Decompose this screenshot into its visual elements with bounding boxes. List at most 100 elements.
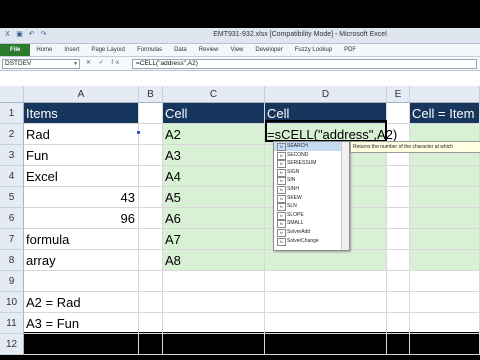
autocomplete-item[interactable]: fx SolverAdd (274, 228, 349, 237)
cell-b12[interactable] (139, 334, 163, 355)
cell-e4[interactable] (387, 166, 410, 187)
tab-insert[interactable]: Insert (58, 44, 85, 56)
cell-b2[interactable] (139, 124, 163, 145)
select-all-corner[interactable] (0, 86, 24, 103)
cell-e12[interactable] (387, 334, 410, 355)
cell-a7[interactable]: formula (24, 229, 139, 250)
cell-c11[interactable] (163, 313, 265, 334)
name-box[interactable]: DSTDEV ▼ (2, 59, 80, 69)
cell-f10[interactable] (410, 292, 480, 313)
tab-developer[interactable]: Developer (249, 44, 288, 56)
cell-b10[interactable] (139, 292, 163, 313)
cell-d10[interactable] (265, 292, 387, 313)
autocomplete-scrollbar[interactable] (341, 142, 349, 250)
cell-e5[interactable] (387, 187, 410, 208)
cell-f12[interactable] (410, 334, 480, 355)
cell-c7[interactable]: A7 (163, 229, 265, 250)
row-header-12[interactable]: 12 (0, 334, 24, 355)
autocomplete-item[interactable]: fx SKEW (274, 194, 349, 203)
row-header-7[interactable]: 7 (0, 229, 24, 250)
cell-c3[interactable]: A3 (163, 145, 265, 166)
tab-review[interactable]: Review (193, 44, 225, 56)
autocomplete-item[interactable]: fx SEARCH (274, 142, 349, 151)
cell-b3[interactable] (139, 145, 163, 166)
row-header-3[interactable]: 3 (0, 145, 24, 166)
row-header-5[interactable]: 5 (0, 187, 24, 208)
autocomplete-item[interactable]: fx SolverChange (274, 237, 349, 246)
tab-file[interactable]: File (0, 44, 31, 56)
cell-b8[interactable] (139, 250, 163, 271)
cell-b9[interactable] (139, 271, 163, 292)
cell-a8[interactable]: array (24, 250, 139, 271)
row-header-6[interactable]: 6 (0, 208, 24, 229)
row-header-10[interactable]: 10 (0, 292, 24, 313)
tab-formulas[interactable]: Formulas (131, 44, 168, 56)
cell-e10[interactable] (387, 292, 410, 313)
row-header-2[interactable]: 2 (0, 124, 24, 145)
cell-d12[interactable] (265, 334, 387, 355)
row-header-8[interactable]: 8 (0, 250, 24, 271)
cell-c5[interactable]: A5 (163, 187, 265, 208)
cell-b6[interactable] (139, 208, 163, 229)
cell-e11[interactable] (387, 313, 410, 334)
chevron-down-icon[interactable]: ▼ (73, 60, 78, 68)
column-header-d[interactable]: D (265, 86, 387, 103)
row-header-9[interactable]: 9 (0, 271, 24, 292)
cell-e9[interactable] (387, 271, 410, 292)
cell-e1[interactable] (387, 103, 410, 124)
cell-e7[interactable] (387, 229, 410, 250)
autocomplete-item[interactable]: fx SERIESSUM (274, 159, 349, 169)
cell-f4[interactable] (410, 166, 480, 187)
cell-b11[interactable] (139, 313, 163, 334)
cell-a10[interactable]: A2 = Rad (24, 292, 139, 313)
cell-a11[interactable]: A3 = Fun (24, 313, 139, 334)
cell-f9[interactable] (410, 271, 480, 292)
cell-b7[interactable] (139, 229, 163, 250)
column-header-a[interactable]: A (24, 86, 139, 103)
cell-d11[interactable] (265, 313, 387, 334)
autocomplete-item[interactable]: fx SLOPE (274, 211, 349, 220)
cell-f8[interactable] (410, 250, 480, 271)
autocomplete-item[interactable]: fx SIN (274, 176, 349, 186)
cell-f1[interactable]: Cell = Item (410, 103, 480, 124)
cell-c10[interactable] (163, 292, 265, 313)
cell-f11[interactable] (410, 313, 480, 334)
cell-a9[interactable] (24, 271, 139, 292)
cell-a3[interactable]: Fun (24, 145, 139, 166)
autocomplete-item[interactable]: fx SMALL (274, 219, 349, 229)
cell-e8[interactable] (387, 250, 410, 271)
cell-b5[interactable] (139, 187, 163, 208)
cell-d8[interactable] (265, 250, 387, 271)
cell-a2[interactable]: Rad (24, 124, 139, 145)
tab-pdf[interactable]: PDF (338, 44, 362, 56)
column-header-b[interactable]: B (139, 86, 163, 103)
autocomplete-item[interactable]: fx SECOND (274, 151, 349, 160)
cell-a12[interactable]: A4 = Excel (24, 334, 139, 355)
formula-input[interactable]: =CELL("address",A2) (132, 59, 477, 69)
cell-c1[interactable]: Cell (163, 103, 265, 124)
cell-c4[interactable]: A4 (163, 166, 265, 187)
formula-bar-icons[interactable]: ✕ ✓ fx (86, 59, 122, 66)
cell-a6[interactable]: 96 (24, 208, 139, 229)
cell-c6[interactable]: A6 (163, 208, 265, 229)
tab-page-layout[interactable]: Page Layout (85, 44, 131, 56)
autocomplete-item[interactable]: fx SLN (274, 202, 349, 212)
cell-c12[interactable] (163, 334, 265, 355)
cell-d9[interactable] (265, 271, 387, 292)
row-header-11[interactable]: 11 (0, 313, 24, 334)
cell-b4[interactable] (139, 166, 163, 187)
autocomplete-item[interactable]: fx SIGN (274, 168, 349, 177)
cell-f5[interactable] (410, 187, 480, 208)
tab-home[interactable]: Home (30, 44, 58, 56)
tab-view[interactable]: View (224, 44, 249, 56)
column-header-c[interactable]: C (163, 86, 265, 103)
cell-c2[interactable]: A2 (163, 124, 265, 145)
fill-handle[interactable] (137, 131, 140, 134)
cell-f6[interactable] (410, 208, 480, 229)
cell-c9[interactable] (163, 271, 265, 292)
row-header-1[interactable]: 1 (0, 103, 24, 124)
column-header-f[interactable] (410, 86, 480, 103)
tab-data[interactable]: Data (168, 44, 193, 56)
cell-e6[interactable] (387, 208, 410, 229)
autocomplete-item[interactable]: fx SINH (274, 185, 349, 194)
